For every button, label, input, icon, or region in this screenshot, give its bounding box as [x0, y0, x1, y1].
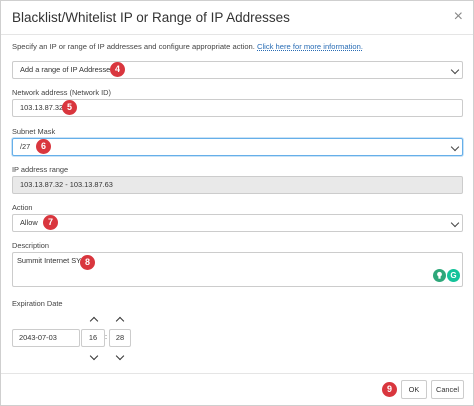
expiration-date-input[interactable]: 2043-07-03: [12, 329, 80, 347]
step-badge: 5: [62, 100, 77, 115]
chevron-down-icon: [450, 218, 460, 228]
range-type-value: Add a range of IP Addresses: [20, 65, 114, 74]
step-badge: 9: [382, 382, 397, 397]
minute-value: 28: [115, 333, 125, 342]
hour-decrement-icon[interactable]: [89, 351, 99, 361]
expiration-date-label: Expiration Date: [12, 299, 63, 308]
ip-rule-dialog: Blacklist/Whitelist IP or Range of IP Ad…: [0, 0, 474, 406]
intro-description: Specify an IP or range of IP addresses a…: [12, 42, 255, 51]
subnet-mask-value: /27: [20, 142, 31, 151]
chevron-down-icon: [450, 142, 460, 152]
time-separator: :: [105, 332, 108, 341]
expiration-date-value: 2043-07-03: [19, 333, 57, 342]
network-address-label: Network address (Network ID): [12, 88, 111, 97]
action-label: Action: [12, 203, 33, 212]
minute-increment-icon[interactable]: [115, 316, 125, 326]
ok-button[interactable]: OK: [401, 380, 427, 399]
step-badge: 4: [110, 62, 125, 77]
minute-input[interactable]: 28: [109, 329, 131, 347]
subnet-mask-select[interactable]: /27: [12, 138, 463, 156]
close-icon[interactable]: ×: [454, 8, 463, 26]
more-info-link[interactable]: Click here for more information.: [257, 42, 363, 51]
action-select[interactable]: Allow: [12, 214, 463, 232]
dialog-header: Blacklist/Whitelist IP or Range of IP Ad…: [1, 1, 473, 35]
description-label: Description: [12, 241, 49, 250]
network-address-input[interactable]: 103.13.87.32: [12, 99, 463, 117]
ip-range-display: 103.13.87.32 - 103.13.87.63: [12, 176, 463, 194]
description-textarea[interactable]: Summit Internet SYD: [12, 252, 463, 287]
subnet-mask-label: Subnet Mask: [12, 127, 56, 136]
hour-value: 16: [88, 333, 98, 342]
hour-increment-icon[interactable]: [89, 316, 99, 326]
grammarly-icon[interactable]: G: [447, 269, 460, 282]
ip-range-value: 103.13.87.32 - 103.13.87.63: [20, 180, 113, 189]
minute-decrement-icon[interactable]: [115, 351, 125, 361]
step-badge: 7: [43, 215, 58, 230]
action-value: Allow: [20, 218, 38, 227]
description-value: Summit Internet SYD: [17, 256, 87, 265]
intro-text: Specify an IP or range of IP addresses a…: [12, 42, 363, 51]
cancel-button[interactable]: Cancel: [431, 380, 464, 399]
hour-input[interactable]: 16: [81, 329, 105, 347]
lightbulb-icon[interactable]: [433, 269, 446, 282]
step-badge: 6: [36, 139, 51, 154]
footer-divider: [1, 373, 473, 374]
step-badge: 8: [80, 255, 95, 270]
chevron-down-icon: [450, 65, 460, 75]
network-address-value: 103.13.87.32: [20, 103, 64, 112]
range-type-select[interactable]: Add a range of IP Addresses: [12, 61, 463, 79]
ip-range-label: IP address range: [12, 165, 69, 174]
dialog-title: Blacklist/Whitelist IP or Range of IP Ad…: [12, 10, 290, 25]
